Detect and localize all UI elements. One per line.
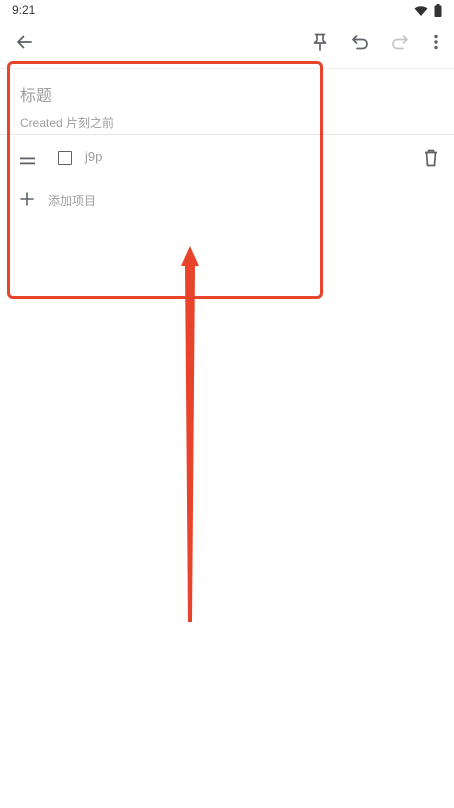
- trash-icon: [420, 149, 442, 173]
- redo-icon: [391, 34, 409, 55]
- add-item-label: 添加项目: [48, 194, 97, 208]
- undo-icon: [351, 34, 369, 55]
- battery-icon: [434, 4, 442, 22]
- drag-handle-icon[interactable]: [20, 153, 36, 165]
- more-vert-icon: [433, 34, 439, 55]
- status-bar: 9:21: [0, 0, 454, 24]
- pin-button[interactable]: [304, 28, 336, 60]
- list-item: j9p: [0, 144, 454, 172]
- undo-button[interactable]: [344, 28, 376, 60]
- back-button[interactable]: [8, 28, 40, 60]
- toolbar: [0, 24, 454, 64]
- status-icons: [414, 4, 442, 22]
- note-title-input[interactable]: 标题: [20, 82, 52, 106]
- redo-button[interactable]: [384, 28, 416, 60]
- pin-icon: [312, 33, 328, 56]
- wifi-icon: [414, 4, 428, 22]
- divider: [0, 134, 454, 135]
- plus-icon: [20, 192, 34, 206]
- add-item-row[interactable]: 添加项目: [0, 188, 454, 212]
- created-label: Created 片刻之前: [20, 116, 115, 130]
- delete-item-button[interactable]: [420, 147, 442, 169]
- arrow-back-icon: [15, 33, 33, 56]
- annotation-highlight-box: [7, 61, 323, 299]
- status-time: 9:21: [12, 3, 36, 17]
- item-checkbox[interactable]: [58, 151, 72, 165]
- toolbar-divider: [0, 68, 454, 69]
- item-text[interactable]: j9p: [85, 149, 102, 164]
- more-button[interactable]: [420, 28, 452, 60]
